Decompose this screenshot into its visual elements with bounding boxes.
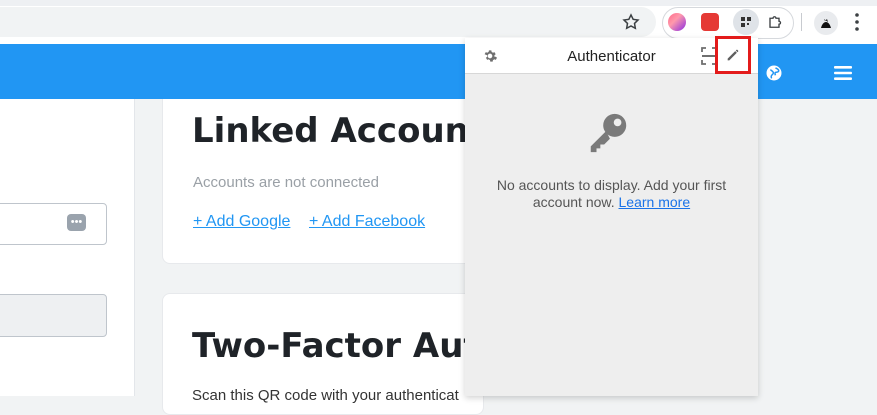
toolbar-divider bbox=[801, 13, 802, 31]
empty-state-message: No accounts to display. Add your first a… bbox=[479, 177, 744, 211]
empty-state-text: No accounts to display. Add your first a… bbox=[496, 177, 727, 210]
extension-icon[interactable] bbox=[701, 13, 719, 31]
profile-icon[interactable] bbox=[814, 11, 838, 35]
authenticator-extension-icon[interactable] bbox=[733, 9, 759, 35]
text-field[interactable] bbox=[0, 294, 107, 337]
password-manager-icon[interactable]: ••• bbox=[67, 214, 86, 231]
password-field[interactable] bbox=[0, 203, 107, 245]
extensions-puzzle-icon[interactable] bbox=[767, 13, 785, 31]
accounts-status: Accounts are not connected bbox=[193, 174, 379, 191]
two-factor-card: Two-Factor Auth Scan this QR code with y… bbox=[162, 293, 504, 415]
more-vert-icon[interactable] bbox=[852, 11, 862, 33]
two-factor-title: Two-Factor Auth bbox=[192, 326, 504, 366]
left-panel bbox=[0, 99, 135, 396]
browser-tabstrip bbox=[0, 0, 877, 6]
authenticator-popup: Authenticator No accounts to display. Ad… bbox=[465, 38, 758, 396]
edit-button-highlight bbox=[715, 36, 751, 74]
add-facebook-link[interactable]: + Add Facebook bbox=[309, 213, 425, 231]
linked-accounts-card: Linked Accounts Accounts are not connect… bbox=[162, 99, 505, 264]
linked-accounts-title: Linked Accounts bbox=[192, 111, 506, 151]
globe-icon[interactable] bbox=[765, 64, 783, 82]
star-icon[interactable] bbox=[621, 12, 641, 32]
extension-icon[interactable] bbox=[668, 13, 686, 31]
add-google-link[interactable]: + Add Google bbox=[193, 213, 290, 231]
address-bar[interactable] bbox=[0, 7, 656, 37]
key-icon bbox=[590, 113, 627, 153]
menu-icon[interactable] bbox=[834, 66, 852, 80]
learn-more-link[interactable]: Learn more bbox=[619, 194, 691, 210]
